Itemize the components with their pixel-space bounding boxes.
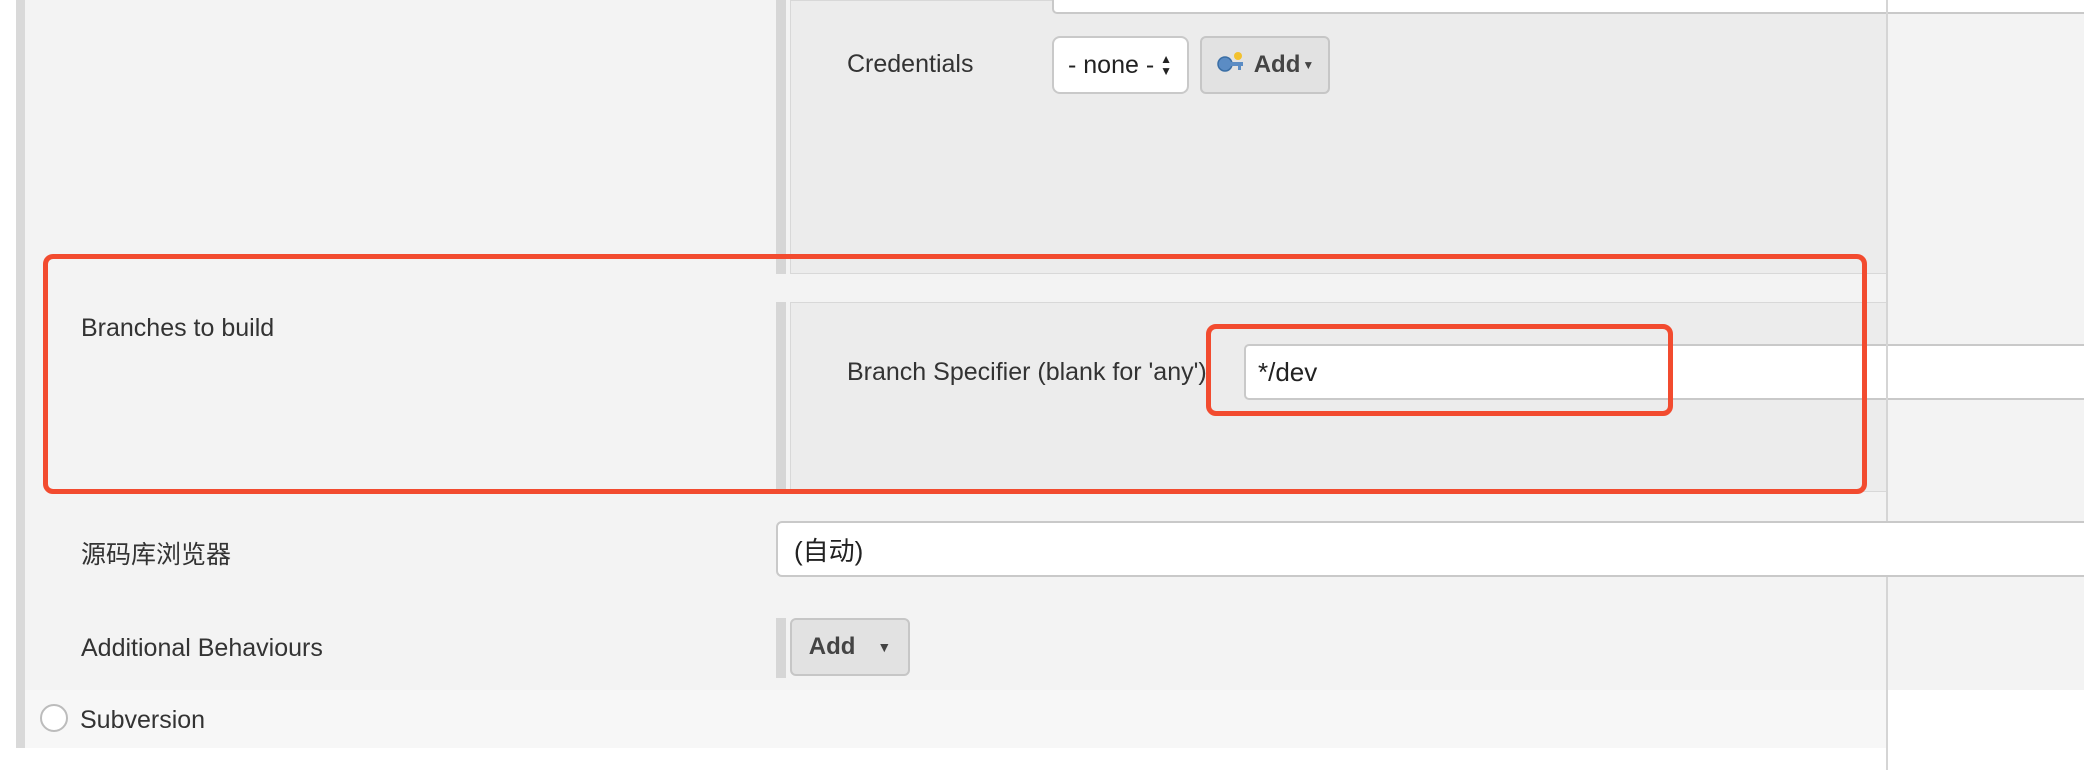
- branch-specifier-highlight-box: [1206, 324, 1673, 416]
- additional-behaviours-add-button[interactable]: Add ▼: [790, 618, 910, 676]
- repository-panel: [790, 0, 1888, 274]
- repository-browser-select[interactable]: (自动): [776, 521, 2084, 577]
- credentials-select-value: - none -: [1068, 50, 1155, 79]
- credentials-add-button[interactable]: Add ▼: [1200, 36, 1330, 94]
- scm-option-row: [25, 690, 1888, 748]
- dropdown-caret-icon: ▼: [1302, 58, 1315, 72]
- repository-panel-handle[interactable]: [776, 0, 786, 274]
- credentials-select[interactable]: - none - ▲ ▼: [1052, 36, 1189, 94]
- form-column-divider: [1886, 0, 1888, 770]
- subversion-radio[interactable]: [40, 704, 68, 732]
- select-arrows-icon: ▲ ▼: [1160, 52, 1173, 78]
- credentials-label: Credentials: [847, 50, 974, 78]
- credentials-add-label: Add: [1253, 51, 1301, 78]
- repository-url-input[interactable]: [1052, 0, 2084, 14]
- subversion-label: Subversion: [80, 706, 206, 734]
- additional-behaviours-label: Additional Behaviours: [81, 634, 323, 662]
- dropdown-caret-icon: ▼: [877, 639, 892, 655]
- section-left-bar: [16, 0, 25, 748]
- repository-browser-label: 源码库浏览器: [81, 541, 232, 569]
- repository-browser-value: (自动): [794, 535, 864, 566]
- additional-behaviours-add-label: Add: [808, 633, 856, 660]
- additional-behaviours-handle: [776, 618, 786, 678]
- key-icon: [1216, 51, 1246, 80]
